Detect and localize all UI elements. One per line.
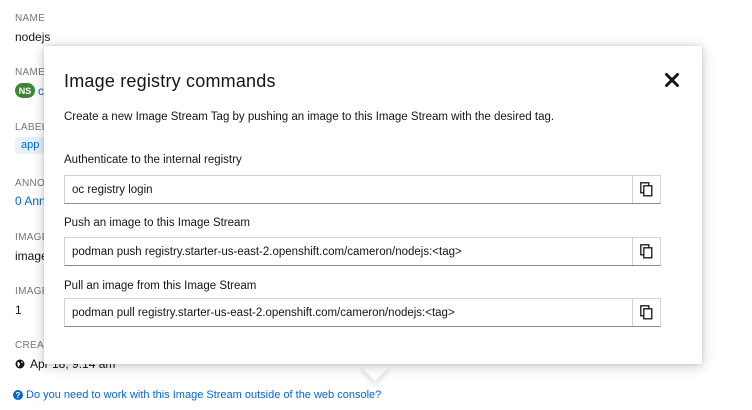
auth-command-field[interactable]: oc registry login — [64, 175, 661, 204]
annotations-label: ANNO — [15, 178, 46, 189]
copy-button[interactable] — [632, 238, 660, 265]
popover-arrow-cover — [355, 348, 395, 364]
namespace-label: NAME — [15, 67, 46, 78]
auth-command-text[interactable]: oc registry login — [65, 176, 632, 203]
popover-title: Image registry commands — [64, 71, 276, 91]
copy-icon — [640, 182, 653, 197]
help-link-text[interactable]: Do you need to work with this Image Stre… — [26, 389, 381, 401]
close-icon — [665, 73, 679, 87]
pull-section-label: Pull an image from this Image Stream — [64, 280, 257, 292]
question-circle-icon: ? — [13, 390, 23, 400]
push-command-text[interactable]: podman push registry.starter-us-east-2.o… — [65, 238, 632, 265]
image-repository-value: image — [15, 249, 48, 263]
labels-label: LABEL — [15, 122, 48, 133]
copy-button[interactable] — [632, 176, 660, 203]
pull-command-field[interactable]: podman pull registry.starter-us-east-2.o… — [64, 298, 661, 327]
globe-icon — [15, 359, 25, 369]
popover-description: Create a new Image Stream Tag by pushing… — [64, 111, 555, 123]
help-link[interactable]: ? Do you need to work with this Image St… — [13, 389, 381, 401]
name-label: NAME — [15, 13, 46, 24]
annotations-link[interactable]: 0 Ann — [15, 194, 46, 208]
namespace-badge: NS — [15, 83, 35, 98]
image-registry-popover: Image registry commands Create a new Ima… — [44, 46, 702, 364]
pull-command-text[interactable]: podman pull registry.starter-us-east-2.o… — [65, 299, 632, 326]
copy-icon — [640, 305, 653, 320]
close-button[interactable] — [662, 70, 682, 90]
image-count-value: 1 — [15, 303, 22, 317]
name-value: nodejs — [15, 30, 51, 44]
auth-section-label: Authenticate to the internal registry — [64, 154, 242, 166]
copy-button[interactable] — [632, 299, 660, 326]
copy-icon — [640, 244, 653, 259]
push-command-field[interactable]: podman push registry.starter-us-east-2.o… — [64, 237, 661, 266]
push-section-label: Push an image to this Image Stream — [64, 217, 251, 229]
created-label: CREA — [15, 340, 44, 351]
